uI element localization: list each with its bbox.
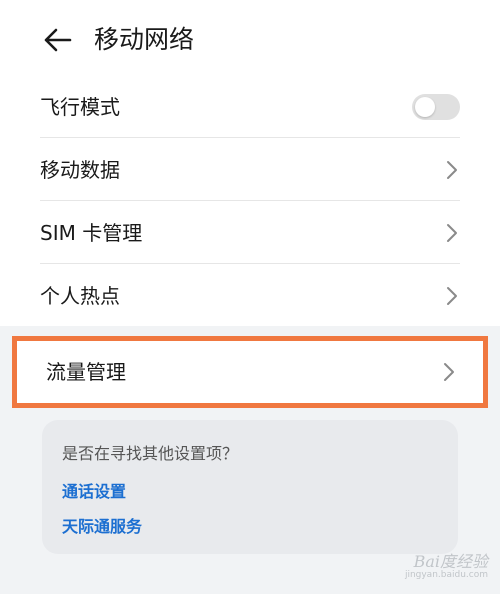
call-settings-link[interactable]: 通话设置 [62,478,126,502]
suggestions-title: 是否在寻找其他设置项？ [62,444,239,463]
suggestions-card: 是否在寻找其他设置项？ 通话设置 天际通服务 [42,420,458,554]
row-sim-management[interactable]: SIM 卡管理 [40,202,460,264]
row-label: 飞行模式 [40,95,120,119]
chevron-right-icon [447,161,457,179]
skytone-service-link[interactable]: 天际通服务 [62,513,142,537]
watermark-sub: jingyan.baidu.com [404,570,488,580]
header: 移动网络 [0,0,500,80]
airplane-mode-toggle[interactable] [412,94,460,120]
settings-page: 移动网络 飞行模式 移动数据 SIM 卡管理 个人热点 流量管理 是否在寻找其他… [0,0,500,594]
toggle-knob [415,97,435,117]
chevron-right-icon [444,363,454,381]
settings-list: 飞行模式 移动数据 SIM 卡管理 个人热点 [0,76,500,326]
chevron-right-icon [447,287,457,305]
row-mobile-data[interactable]: 移动数据 [40,139,460,201]
row-label: 流量管理 [46,360,126,384]
divider [40,263,460,264]
row-label: 个人热点 [40,284,120,308]
row-airplane-mode[interactable]: 飞行模式 [40,76,460,138]
row-data-usage-management[interactable]: 流量管理 [12,336,488,408]
watermark: Bai度经验 jingyan.baidu.com [368,546,488,584]
divider [40,137,460,138]
watermark-text: Bai度经验 [413,552,488,571]
row-label: 移动数据 [40,158,120,182]
page-title: 移动网络 [94,25,195,54]
row-label: SIM 卡管理 [40,221,143,245]
arrow-left-icon [44,28,72,52]
row-personal-hotspot[interactable]: 个人热点 [40,265,460,327]
divider [40,200,460,201]
back-button[interactable] [40,22,76,58]
chevron-right-icon [447,224,457,242]
